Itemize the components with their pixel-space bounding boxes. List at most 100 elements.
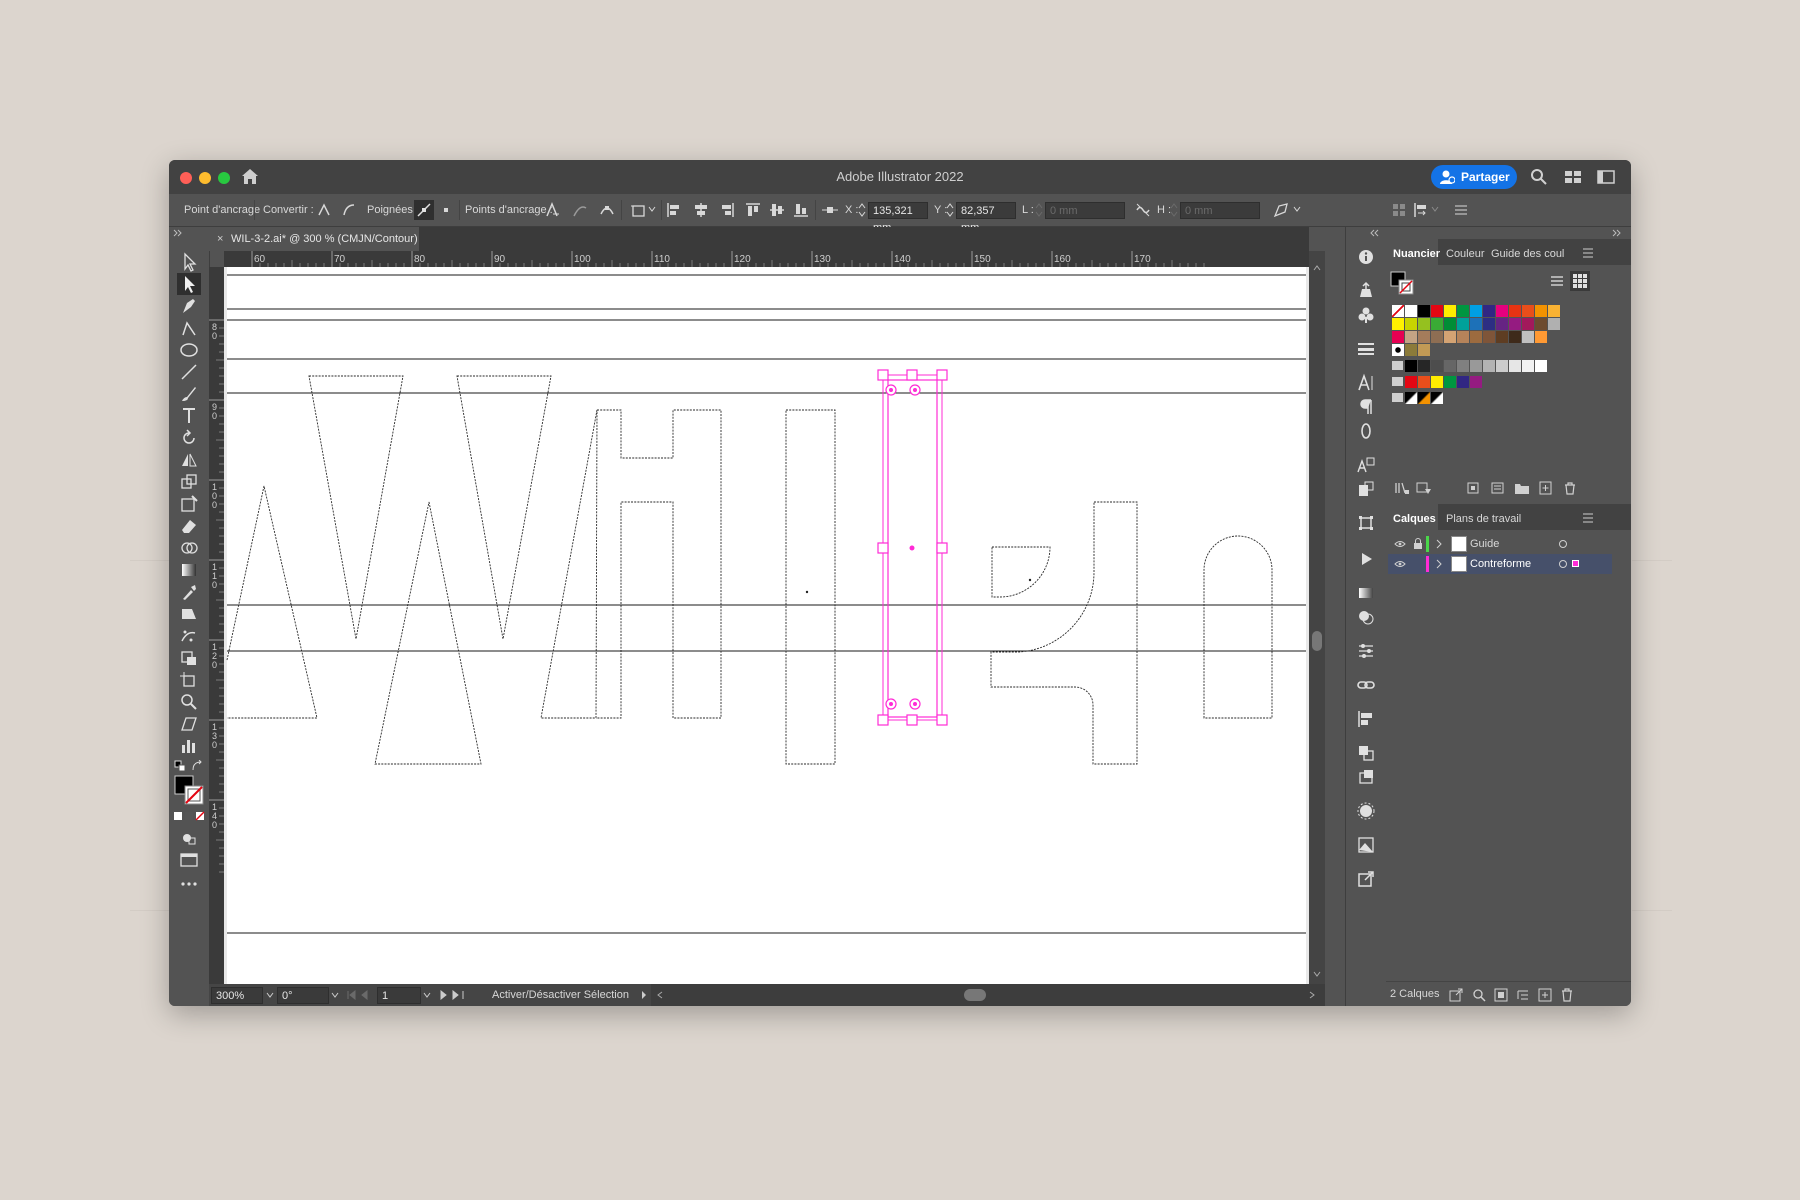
lock-icon[interactable]	[1413, 538, 1423, 550]
distribute-icon[interactable]	[1413, 202, 1429, 218]
image-trace-icon[interactable]	[1356, 835, 1376, 855]
zoom-tool-icon[interactable]	[177, 691, 201, 713]
swatch[interactable]	[1509, 305, 1521, 317]
swatch[interactable]	[1483, 360, 1495, 372]
tab-color-guide[interactable]: Guide des coul	[1491, 248, 1573, 260]
opentype-icon[interactable]	[1356, 421, 1376, 441]
layer-name[interactable]: Contreforme	[1470, 558, 1531, 570]
graph-tool-icon[interactable]	[177, 735, 201, 757]
more-tools-icon[interactable]	[177, 873, 201, 895]
swatch[interactable]	[1405, 318, 1417, 330]
gradient-swatch[interactable]	[1405, 392, 1417, 404]
swatch[interactable]	[1496, 331, 1508, 343]
show-kinds-icon[interactable]	[1416, 481, 1432, 495]
gradient-swatch[interactable]	[1418, 392, 1430, 404]
eye-icon[interactable]	[1394, 540, 1406, 548]
swatch[interactable]	[1457, 376, 1469, 388]
live-paint-tool-icon[interactable]	[177, 647, 201, 669]
swatch[interactable]	[1522, 318, 1534, 330]
artboards-panel-icon[interactable]	[1356, 767, 1376, 787]
actions-icon[interactable]	[1356, 549, 1376, 569]
paragraph-icon[interactable]	[1356, 397, 1376, 417]
scroll-left-icon[interactable]	[657, 991, 663, 999]
selection-tool-icon[interactable]	[177, 251, 201, 273]
l-field[interactable]: 0 mm	[1045, 202, 1125, 219]
rotate-tool-icon[interactable]	[177, 427, 201, 449]
locate-object-icon[interactable]	[1472, 988, 1486, 1002]
chevron-down-icon[interactable]	[648, 205, 656, 213]
share-button[interactable]: Partager	[1431, 165, 1517, 189]
symbol-sprayer-tool-icon[interactable]	[177, 625, 201, 647]
swatch[interactable]	[1522, 305, 1534, 317]
swatch[interactable]	[1535, 305, 1547, 317]
fill-stroke-swatch[interactable]	[174, 775, 204, 805]
gradient-swatch[interactable]	[1431, 392, 1443, 404]
swatch[interactable]	[1496, 360, 1508, 372]
chevron-down-icon[interactable]	[331, 992, 339, 998]
chevron-down-icon[interactable]	[266, 992, 274, 998]
ellipse-tool-icon[interactable]	[177, 339, 201, 361]
swatch[interactable]	[1405, 305, 1417, 317]
swatch[interactable]	[1392, 331, 1404, 343]
swatch[interactable]	[1457, 305, 1469, 317]
color-group-folder-icon[interactable]	[1392, 377, 1403, 386]
align-top-icon[interactable]	[745, 202, 761, 218]
swatch[interactable]	[1522, 331, 1534, 343]
swatch[interactable]	[1418, 376, 1430, 388]
vertical-scroll-thumb[interactable]	[1312, 631, 1322, 651]
chevron-right-icon[interactable]	[1436, 559, 1442, 569]
swap-fill-stroke-icon[interactable]	[191, 760, 203, 772]
swatch[interactable]	[1548, 305, 1560, 317]
x-field[interactable]: 135,321 mm	[868, 202, 928, 234]
color-mode-icons[interactable]	[174, 811, 206, 821]
make-clipping-mask-icon[interactable]	[1494, 988, 1508, 1002]
align-left-icon[interactable]	[666, 202, 682, 218]
trash-icon[interactable]	[1562, 481, 1578, 495]
target-icon[interactable]	[1558, 539, 1568, 549]
tab-artboards[interactable]: Plans de travail	[1446, 513, 1521, 525]
y-field[interactable]: 82,357 mm	[956, 202, 1016, 234]
transform-panel-icon[interactable]	[1356, 513, 1376, 533]
align-vertical-center-icon[interactable]	[769, 202, 785, 218]
asset-export-icon[interactable]	[1356, 281, 1376, 301]
swatch[interactable]	[1418, 331, 1430, 343]
graphic-styles-icon[interactable]	[1356, 801, 1376, 821]
free-transform-tool-icon[interactable]	[177, 493, 201, 515]
perspective-grid-tool-icon[interactable]	[177, 713, 201, 735]
swatch[interactable]	[1444, 331, 1456, 343]
swatch[interactable]	[1444, 360, 1456, 372]
swatch[interactable]	[1496, 305, 1508, 317]
swatch-grid[interactable]	[1392, 305, 1592, 435]
swatch[interactable]	[1470, 360, 1482, 372]
swatch[interactable]	[1431, 376, 1443, 388]
convert-to-corner-icon[interactable]	[317, 203, 331, 217]
gradient-tool-icon[interactable]	[177, 559, 201, 581]
eraser-tool-icon[interactable]	[177, 515, 201, 537]
transform-icon[interactable]	[1273, 202, 1289, 218]
swatch[interactable]	[1431, 318, 1443, 330]
l-stepper-icon[interactable]	[1035, 202, 1043, 218]
transparency-icon[interactable]	[1356, 607, 1376, 627]
draw-mode-icon[interactable]	[177, 827, 201, 849]
swatch[interactable]	[1405, 376, 1417, 388]
default-fill-stroke-icon[interactable]	[174, 760, 186, 772]
layer-row-guide[interactable]: Guide	[1388, 534, 1612, 554]
close-tab-icon[interactable]: ×	[217, 227, 223, 251]
swatch[interactable]	[1509, 318, 1521, 330]
swatch-libraries-icon[interactable]	[1394, 481, 1410, 495]
reference-point-icon[interactable]	[821, 202, 839, 218]
canvas-area[interactable]	[224, 267, 1309, 984]
swatch[interactable]	[1535, 331, 1547, 343]
vertical-scrollbar[interactable]	[1309, 251, 1325, 984]
paragraph-styles-icon[interactable]	[1356, 479, 1376, 499]
swatch[interactable]	[1509, 360, 1521, 372]
swatch[interactable]	[1535, 318, 1547, 330]
select-similar-icon[interactable]	[1391, 202, 1407, 218]
swatch[interactable]	[1483, 305, 1495, 317]
artboard-tool-icon[interactable]	[177, 669, 201, 691]
character-styles-icon[interactable]	[1356, 455, 1376, 475]
h-field[interactable]: 0 mm	[1180, 202, 1260, 219]
paintbrush-tool-icon[interactable]	[177, 383, 201, 405]
links-icon[interactable]	[1356, 675, 1376, 695]
new-layer-icon[interactable]	[1538, 988, 1552, 1002]
